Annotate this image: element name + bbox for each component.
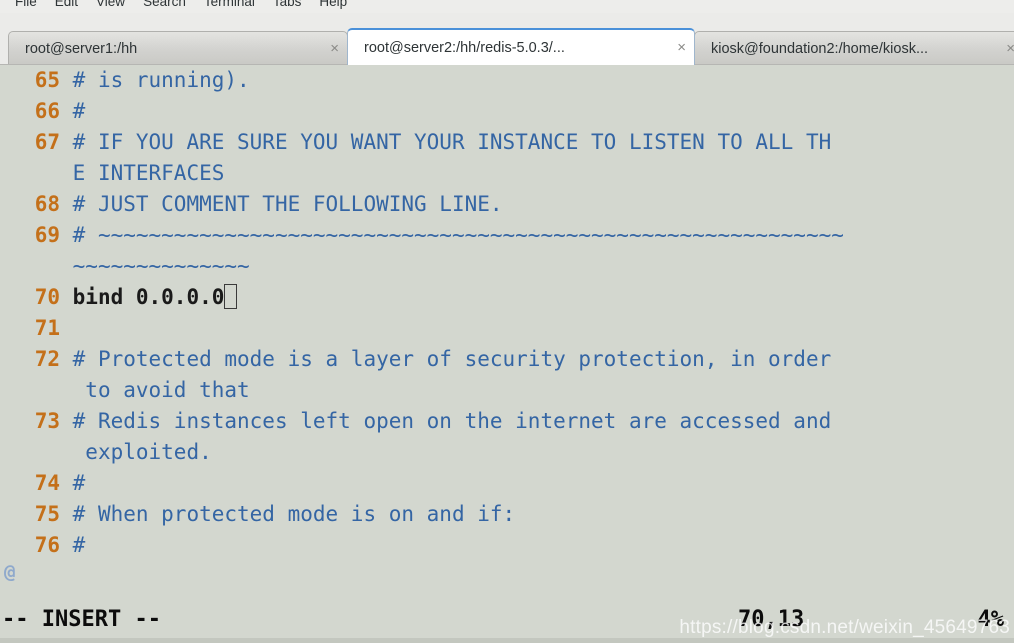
line-number: 66 [34,99,60,123]
line-gutter-gap [60,440,73,464]
comment-text: # JUST COMMENT THE FOLLOWING LINE. [72,192,503,216]
line-gutter-gap [60,378,73,402]
line-gutter-gap [60,254,73,278]
editor-line[interactable]: 00 E INTERFACES [0,158,1014,189]
comment-text: E INTERFACES [72,161,225,185]
menu-item-help[interactable]: Help [310,0,356,13]
tab-label: kiosk@foundation2:/home/kiosk... [711,40,929,57]
editor-buffer[interactable]: 65 # is running). 66 #67 # IF YOU ARE SUR… [0,65,1014,561]
comment-text: # IF YOU ARE SURE YOU WANT YOUR INSTANCE… [72,130,832,154]
editor-line[interactable]: 00 exploited. [0,437,1014,468]
menu-item-search[interactable]: Search [134,0,195,13]
menu-item-terminal[interactable]: Terminal [195,0,264,13]
comment-text: # is running). [72,68,250,92]
tab-list: root@server1:/hh × root@server2:/hh/redi… [8,22,1014,65]
line-gutter-gap [60,471,73,495]
editor-line[interactable]: 75 # When protected mode is on and if: [0,499,1014,530]
watermark: https://blog.csdn.net/weixin_45649763 [679,617,1010,638]
line-number: 00 [4,158,60,189]
menu-item-file[interactable]: File [6,0,46,13]
line-gutter-gap [60,130,73,154]
line-gutter-gap [60,316,73,340]
tab-label: root@server2:/hh/redis-5.0.3/... [364,39,565,56]
comment-text: # ~~~~~~~~~~~~~~~~~~~~~~~~~~~~~~~~~~~~~~… [72,223,844,247]
close-icon[interactable]: × [330,41,339,56]
line-number: 00 [4,375,60,406]
comment-text: # [72,471,86,495]
line-number: 76 [34,533,60,557]
line-number: 00 [4,437,60,468]
vim-filler-marker: @ [4,561,16,583]
terminal-window: File Edit View Search Terminal Tabs Help… [0,0,1014,643]
line-number: 00 [4,251,60,282]
comment-text: # Redis instances left open on the inter… [72,409,832,433]
line-gutter-gap [60,533,73,557]
line-number: 69 [34,223,60,247]
line-gutter-gap [60,409,73,433]
tab-server2[interactable]: root@server2:/hh/redis-5.0.3/... × [347,28,695,65]
editor-line[interactable]: 67 # IF YOU ARE SURE YOU WANT YOUR INSTA… [0,127,1014,158]
close-icon[interactable]: × [1006,41,1014,56]
editor-line[interactable]: 68 # JUST COMMENT THE FOLLOWING LINE. [0,189,1014,220]
menu-item-view[interactable]: View [87,0,134,13]
line-number: 71 [34,316,60,340]
comment-text: # [72,99,86,123]
comment-text: # Protected mode is a layer of security … [72,347,832,371]
tab-foundation2[interactable]: kiosk@foundation2:/home/kiosk... × [694,31,1014,65]
comment-text: # When protected mode is on and if: [72,502,516,526]
line-number: 65 [34,68,60,92]
line-number: 75 [34,502,60,526]
terminal-screen[interactable]: 65 # is running). 66 #67 # IF YOU ARE SUR… [0,65,1014,643]
line-number: 74 [34,471,60,495]
comment-text: to avoid that [72,378,250,402]
comment-text: ~~~~~~~~~~~~~~ [72,254,250,278]
menu-item-tabs[interactable]: Tabs [264,0,311,13]
editor-line[interactable]: 66 # [0,96,1014,127]
line-gutter-gap [60,192,73,216]
editor-line[interactable]: 00 to avoid that [0,375,1014,406]
menu-item-edit[interactable]: Edit [46,0,87,13]
line-gutter-gap [60,223,73,247]
editor-line[interactable]: 65 # is running). [0,65,1014,96]
line-gutter-gap [60,502,73,526]
line-number: 67 [34,130,60,154]
editor-line[interactable]: 00 ~~~~~~~~~~~~~~ [0,251,1014,282]
tab-bar: root@server1:/hh × root@server2:/hh/redi… [0,13,1014,65]
editor-line[interactable]: 73 # Redis instances left open on the in… [0,406,1014,437]
line-gutter-gap [60,161,73,185]
line-gutter-gap [60,285,73,309]
line-gutter-gap [60,99,73,123]
status-mode: -- INSERT -- [2,607,161,632]
line-gutter-gap [60,347,73,371]
editor-line[interactable]: 76 # [0,530,1014,561]
editor-line[interactable]: 70 bind 0.0.0.0 [0,282,1014,313]
tab-server1[interactable]: root@server1:/hh × [8,31,348,65]
line-number: 73 [34,409,60,433]
editor-line[interactable]: 72 # Protected mode is a layer of securi… [0,344,1014,375]
menu-bar: File Edit View Search Terminal Tabs Help [0,0,1014,13]
code-text: bind 0.0.0.0 [72,285,225,309]
line-number: 70 [34,285,60,309]
close-icon[interactable]: × [677,40,686,55]
line-gutter-gap [60,68,73,92]
editor-line[interactable]: 74 # [0,468,1014,499]
line-number: 68 [34,192,60,216]
text-cursor [224,284,238,309]
comment-text: exploited. [72,440,212,464]
editor-line[interactable]: 71 [0,313,1014,344]
line-number: 72 [34,347,60,371]
editor-line[interactable]: 69 # ~~~~~~~~~~~~~~~~~~~~~~~~~~~~~~~~~~~… [0,220,1014,251]
window-bottom-edge [0,638,1014,643]
comment-text: # [72,533,86,557]
tab-label: root@server1:/hh [25,40,138,57]
